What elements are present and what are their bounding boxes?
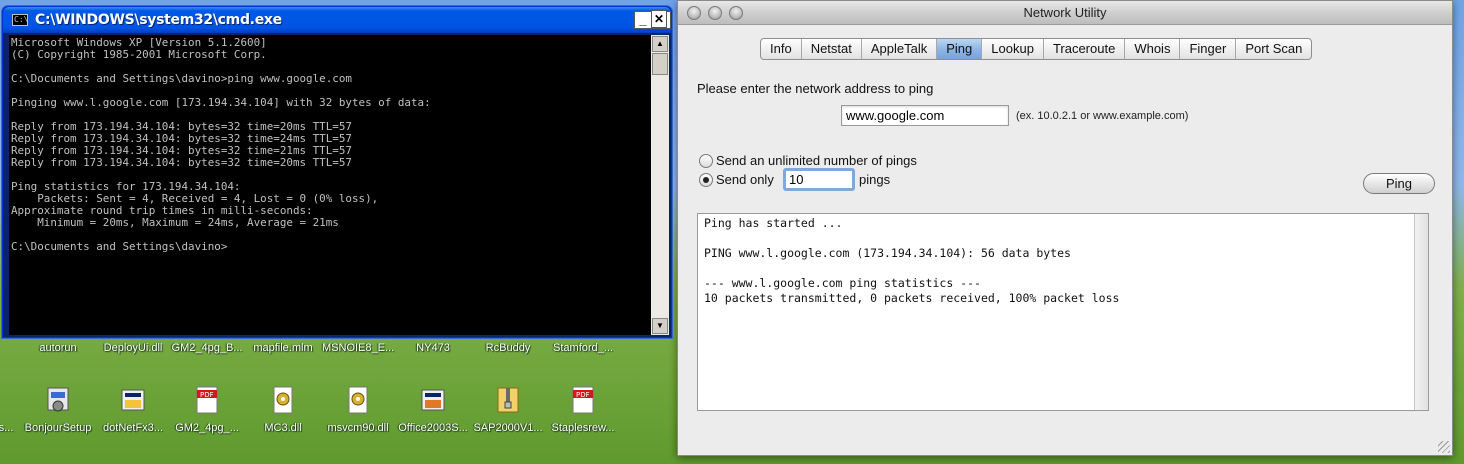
output-scrollbar[interactable] (1414, 214, 1428, 410)
ping-button[interactable]: Ping (1363, 173, 1435, 194)
tab-netstat[interactable]: Netstat (802, 39, 862, 59)
desktop-label-ny473[interactable]: NY473 (397, 342, 469, 354)
desktop-label-mapfile[interactable]: mapfile.mlm (247, 342, 319, 354)
tab-lookup[interactable]: Lookup (982, 39, 1044, 59)
desktop-label-autorun[interactable]: autorun (22, 342, 94, 354)
desktop-icon-mc3[interactable]: MC3.dll (247, 384, 319, 456)
desktop-icon-dotnetfx[interactable]: dotNetFx3... (97, 384, 169, 456)
pings-suffix-label: pings (859, 172, 891, 187)
limited-pings-label[interactable]: Send only (716, 172, 774, 187)
svg-text:PDF: PDF (576, 391, 590, 399)
desktop-icon-gm2-pdf[interactable]: PDF GM2_4pg_... (171, 384, 243, 456)
unlimited-pings-label[interactable]: Send an unlimited number of pings (716, 153, 917, 168)
desktop-icon-staples[interactable]: PDF Staplesrew... (547, 384, 619, 456)
console-icon[interactable]: C:\ (12, 14, 28, 26)
tab-traceroute[interactable]: Traceroute (1044, 39, 1126, 59)
pdf-icon: PDF (572, 386, 594, 414)
scroll-down-icon[interactable]: ▼ (652, 318, 668, 334)
cmd-console-output[interactable]: Microsoft Windows XP [Version 5.1.2600] … (9, 35, 651, 335)
tab-bar: Info Netstat AppleTalk Ping Lookup Trace… (760, 38, 1313, 60)
cmd-titlebar[interactable]: C:\ C:\WINDOWS\system32\cmd.exe _ □ (3, 7, 671, 33)
close-button[interactable]: ✕ (651, 10, 667, 28)
desktop-label-rcbuddy[interactable]: RcBuddy (472, 342, 544, 354)
scroll-up-icon[interactable]: ▲ (652, 36, 668, 52)
desktop-icon-office2003[interactable]: Office2003S... (397, 384, 469, 456)
address-hint: (ex. 10.0.2.1 or www.example.com) (1016, 110, 1189, 122)
desktop-label-gm2-b[interactable]: GM2_4pg_B... (171, 342, 243, 354)
minimize-button[interactable]: _ (634, 11, 652, 29)
desktop-label-msnoie8[interactable]: MSNOIE8_E... (322, 342, 394, 354)
generic-icon (0, 384, 22, 416)
tab-finger[interactable]: Finger (1180, 39, 1237, 59)
unlimited-pings-radio[interactable] (699, 154, 713, 168)
network-address-input[interactable] (841, 105, 1009, 126)
cmd-window-title: C:\WINDOWS\system32\cmd.exe (35, 12, 282, 28)
ping-output-text: Ping has started ... PING www.l.google.c… (704, 216, 1120, 305)
resize-grip-icon[interactable] (1438, 441, 1450, 453)
desktop-icon-msvcm90[interactable]: msvcm90.dll (322, 384, 394, 456)
installer-icon (47, 387, 69, 412)
ping-count-input[interactable] (783, 168, 855, 191)
desktop-icon-sap2000[interactable]: SAP2000V1... (472, 384, 544, 456)
installer-icon (421, 389, 445, 411)
address-prompt-label: Please enter the network address to ping (697, 81, 934, 96)
ping-output-area[interactable]: Ping has started ... PING www.l.google.c… (697, 213, 1429, 411)
desktop-label-deployui[interactable]: DeployUi.dll (97, 342, 169, 354)
dll-icon (348, 386, 368, 414)
tab-ping[interactable]: Ping (937, 39, 983, 59)
window-title: Network Utility (1023, 5, 1107, 20)
tab-info[interactable]: Info (761, 39, 802, 59)
zip-icon (497, 387, 519, 413)
limited-pings-radio[interactable] (699, 173, 713, 187)
network-utility-window: Network Utility Info Netstat AppleTalk P… (677, 0, 1453, 456)
tab-port-scan[interactable]: Port Scan (1236, 39, 1311, 59)
dll-icon (273, 386, 293, 414)
cmd-scrollbar[interactable]: ▲ ▼ (651, 35, 669, 335)
desktop-label-stamford[interactable]: Stamford_... (547, 342, 619, 354)
desktop-icon-bonjoursetup[interactable]: BonjourSetup (22, 384, 94, 456)
console-text: Microsoft Windows XP [Version 5.1.2600] … (11, 36, 431, 253)
tab-whois[interactable]: Whois (1125, 39, 1181, 59)
radio-selected-dot (703, 177, 709, 183)
tab-appletalk[interactable]: AppleTalk (862, 39, 938, 59)
installer-icon (121, 389, 145, 411)
cmd-window: C:\ C:\WINDOWS\system32\cmd.exe _ □ Micr… (2, 6, 672, 338)
nu-titlebar[interactable]: Network Utility (678, 1, 1452, 25)
pdf-icon: PDF (196, 386, 218, 414)
svg-text:PDF: PDF (200, 391, 214, 399)
scroll-thumb[interactable] (652, 53, 668, 75)
